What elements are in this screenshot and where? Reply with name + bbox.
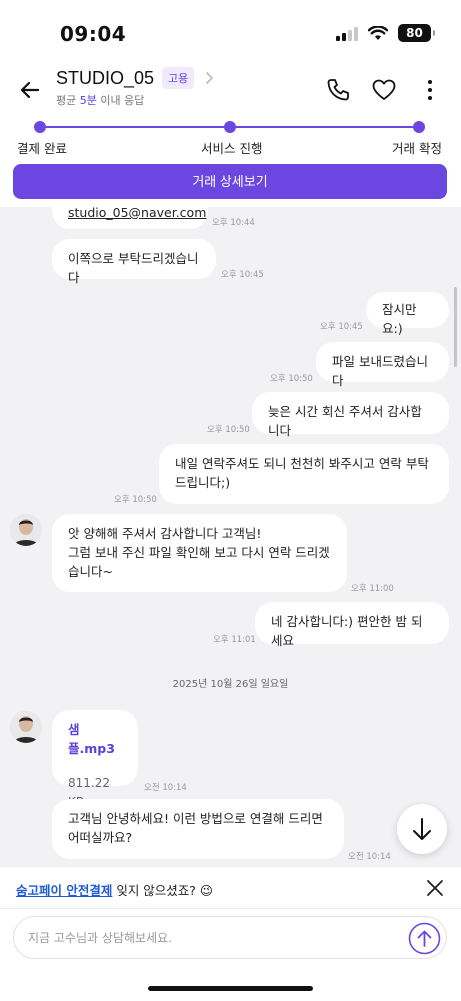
message-time: 오후 11:01 (213, 635, 256, 645)
more-vertical-icon[interactable] (416, 76, 444, 104)
message-time: 오후 11:00 (351, 584, 394, 594)
progress-dot-confirmed (413, 121, 425, 133)
status-time: 09:04 (60, 22, 127, 46)
wifi-icon (368, 25, 388, 40)
message-received: 고객님 안녕하세요! 이런 방법으로 연결해 드리면 어떠실까요? (52, 799, 344, 859)
message-sent: 네 감사합니다:) 편안한 밤 되세요 (255, 602, 449, 648)
scrollbar[interactable] (454, 287, 457, 367)
progress-dot-paid (34, 121, 46, 133)
battery-indicator: 80 (398, 24, 435, 42)
message-time: 오전 10:14 (144, 783, 187, 793)
message-time: 오후 10:50 (207, 425, 250, 435)
message-received: 앗 양해해 주셔서 감사합니다 고객님! 그럼 보내 주신 파일 확인해 보고 … (52, 514, 347, 592)
message-time: 오후 10:50 (270, 374, 313, 384)
avatar-portrait-icon (10, 711, 42, 743)
page-title: STUDIO_05 (56, 67, 155, 88)
response-time: 평균 5분 이내 응답 (56, 94, 145, 107)
message-received: studio_05@naver.com (52, 207, 208, 229)
home-indicator (148, 986, 313, 991)
progress-label-paid: 결제 완료 (17, 141, 67, 156)
send-arrow-icon[interactable] (408, 922, 441, 955)
progress-label-service: 서비스 진행 (201, 141, 263, 156)
file-name[interactable]: 샘플.mp3 (68, 720, 122, 758)
message-received: 이쪽으로 부탁드리겠습니다 (52, 239, 216, 285)
close-icon[interactable] (425, 878, 445, 898)
file-message[interactable]: 샘플.mp3 811.22 KB (52, 710, 138, 809)
message-time: 오전 10:14 (348, 852, 391, 862)
message-time: 오후 10:45 (320, 322, 363, 332)
avatar[interactable] (10, 514, 42, 546)
message-composer (13, 916, 447, 959)
signal-icon (336, 26, 358, 41)
avatar[interactable] (10, 711, 42, 743)
status-bar: 09:04 80 (0, 0, 461, 62)
title-area[interactable]: STUDIO_05 고용 평균 5분 이내 응답 (56, 67, 216, 108)
message-time: 오후 10:44 (212, 218, 255, 228)
chevron-right-icon (206, 72, 214, 84)
status-icons: 80 (336, 24, 435, 42)
avatar-portrait-icon (10, 514, 42, 546)
banner-text: 숨고페이 안전결제 잊지 않으셨죠? 😉 (16, 883, 213, 898)
phone-icon[interactable] (324, 76, 352, 104)
deal-detail-button[interactable]: 거래 상세보기 (13, 164, 447, 199)
message-time: 오후 10:45 (221, 270, 264, 280)
chat-messages[interactable]: studio_05@naver.com 오후 10:44 이쪽으로 부탁드리겠습… (0, 207, 461, 867)
back-arrow-icon[interactable] (14, 74, 46, 106)
date-separator: 2025년 10월 26일 일요일 (172, 679, 289, 690)
progress-dot-service (224, 121, 236, 133)
message-sent: 파일 보내드렸습니다 (316, 342, 449, 388)
message-input[interactable] (28, 927, 388, 949)
hire-badge: 고용 (162, 67, 195, 89)
message-sent: 내일 연락주셔도 되니 천천히 봐주시고 연락 부탁드립니다;) (159, 444, 449, 504)
message-time: 오후 10:50 (114, 495, 157, 505)
progress-label-confirmed: 거래 확정 (392, 141, 442, 156)
arrow-down-icon (413, 818, 431, 840)
chat-header: STUDIO_05 고용 평균 5분 이내 응답 (0, 62, 461, 118)
message-sent: 잠시만요:) (366, 292, 449, 336)
safe-payment-banner: 숨고페이 안전결제 잊지 않으셨죠? 😉 (0, 867, 461, 909)
message-sent: 늦은 시간 회신 주셔서 감사합니다 (252, 392, 449, 438)
safe-payment-link[interactable]: 숨고페이 안전결제 (16, 883, 112, 898)
scroll-to-bottom-button[interactable] (397, 804, 447, 854)
heart-icon[interactable] (370, 76, 398, 104)
transaction-progress: 결제 완료 서비스 진행 거래 확정 (0, 118, 461, 160)
